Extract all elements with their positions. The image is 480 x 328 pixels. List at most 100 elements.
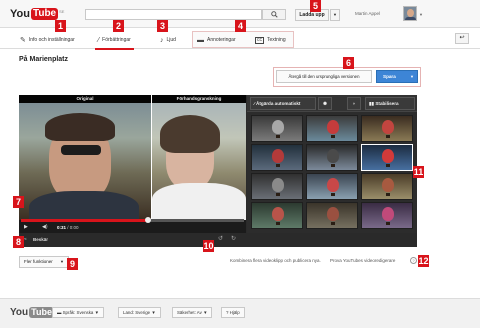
pencil-icon: ✎ bbox=[20, 37, 26, 44]
avatar-body bbox=[405, 17, 416, 20]
search-input[interactable] bbox=[85, 9, 262, 20]
callout-5: 5 bbox=[310, 0, 321, 12]
filter-thumbnail[interactable] bbox=[251, 173, 303, 200]
country-label: Land: Sverige bbox=[123, 310, 151, 315]
filter-thumbnail[interactable] bbox=[361, 173, 413, 200]
revert-button[interactable]: Återgå till den ursprungliga versionen bbox=[276, 70, 372, 83]
chevron-down-icon: ▼ bbox=[410, 74, 414, 79]
chevron-down-icon: ▼ bbox=[203, 310, 208, 315]
balloon-shape bbox=[382, 149, 394, 163]
progress-scrubber[interactable] bbox=[145, 217, 151, 223]
time-display: 0:31 / 0:00 bbox=[57, 225, 79, 230]
slow-motion-button[interactable]: ◗ bbox=[347, 97, 361, 110]
undo-button[interactable]: ↩ bbox=[455, 33, 469, 44]
callout-1: 1 bbox=[55, 20, 66, 32]
auto-fix-label: Åtgärda automatiskt bbox=[256, 101, 301, 106]
tab-audio[interactable]: ♪ Ljud bbox=[160, 33, 176, 47]
filter-thumbnail[interactable] bbox=[361, 144, 413, 171]
safety-label: Säkerhet: Av bbox=[177, 310, 202, 315]
help-button[interactable]: ? Hjälp bbox=[221, 307, 245, 318]
search-button[interactable] bbox=[262, 9, 286, 20]
callout-11: 11 bbox=[413, 166, 424, 178]
callout-8: 8 bbox=[13, 236, 24, 248]
trim-button[interactable]: Beskär bbox=[33, 237, 48, 242]
filter-thumbnail[interactable] bbox=[306, 173, 358, 200]
search-icon bbox=[270, 11, 278, 18]
tab-label: Info och inställningar bbox=[28, 37, 75, 43]
tab-captions[interactable]: cc Textning bbox=[255, 33, 286, 47]
time-total: 0:00 bbox=[69, 225, 79, 230]
magic-wand-icon: ⁄ bbox=[98, 36, 100, 44]
stabilize-label: Stabilisera bbox=[375, 101, 399, 106]
balloon-shape bbox=[382, 178, 394, 192]
balloon-shape bbox=[272, 120, 284, 134]
filter-thumbnail[interactable] bbox=[306, 115, 358, 142]
preview-label: Förhandsgranskning bbox=[152, 95, 246, 103]
cc-icon: cc bbox=[255, 36, 264, 44]
callout-12: 12 bbox=[418, 255, 429, 267]
filter-thumbnail[interactable] bbox=[306, 144, 358, 171]
language-button[interactable]: ▬ Språk: Svenska ▼ bbox=[52, 307, 104, 318]
country-button[interactable]: Land: Sverige ▼ bbox=[118, 307, 161, 318]
progress-fill bbox=[21, 219, 148, 222]
play-icon[interactable]: ▶ bbox=[24, 224, 28, 230]
logo-tube: Tube bbox=[29, 307, 54, 318]
filter-thumbnail[interactable] bbox=[306, 202, 358, 229]
volume-icon[interactable]: ◀) bbox=[42, 224, 48, 230]
callout-6: 6 bbox=[343, 57, 354, 69]
filter-thumbnail[interactable] bbox=[251, 144, 303, 171]
filter-thumbnail[interactable] bbox=[251, 202, 303, 229]
stabilize-button[interactable]: ▮▮ Stabilisera bbox=[365, 97, 415, 110]
basket-shape bbox=[386, 193, 390, 196]
original-label: Original bbox=[19, 95, 151, 103]
callout-4: 4 bbox=[235, 20, 246, 32]
balloon-shape bbox=[272, 178, 284, 192]
tab-info-settings[interactable]: ✎ Info och inställningar bbox=[20, 33, 75, 47]
callout-2: 2 bbox=[113, 20, 124, 32]
video-preview[interactable]: Original Förhandsgranskning bbox=[19, 95, 246, 220]
callout-3: 3 bbox=[157, 20, 168, 32]
split-divider[interactable] bbox=[151, 95, 152, 220]
more-features-button[interactable]: Fler funktioner ▼ bbox=[19, 256, 69, 268]
basket-shape bbox=[331, 193, 335, 196]
basket-shape bbox=[331, 222, 335, 225]
basket-shape bbox=[276, 193, 280, 196]
rotate-left-icon[interactable]: ↺ bbox=[218, 235, 223, 242]
sun-icon: ✺ bbox=[323, 101, 327, 106]
avatar-face bbox=[407, 9, 414, 17]
basket-shape bbox=[386, 222, 390, 225]
logo-country: SE bbox=[59, 8, 65, 14]
filter-thumbnail[interactable] bbox=[251, 115, 303, 142]
account-name[interactable]: Martin Appel bbox=[355, 11, 380, 16]
avatar[interactable] bbox=[403, 6, 417, 21]
speech-bubble-icon: ▬ bbox=[197, 36, 204, 44]
safety-button[interactable]: Säkerhet: Av ▼ bbox=[172, 307, 213, 318]
chevron-down-icon: ▼ bbox=[60, 259, 64, 264]
save-label: Spara bbox=[383, 74, 396, 79]
tab-enhancements[interactable]: ⁄ Förbättringar bbox=[95, 33, 134, 50]
rotate-right-icon[interactable]: ↻ bbox=[231, 235, 236, 242]
footer-logo[interactable]: You Tube bbox=[10, 307, 54, 318]
basket-shape bbox=[386, 164, 390, 167]
brightness-button[interactable]: ✺ bbox=[318, 97, 332, 110]
logo-you: You bbox=[10, 8, 30, 20]
logo-tube: Tube bbox=[30, 8, 59, 20]
save-button[interactable]: Spara ▼ bbox=[376, 70, 418, 83]
upload-menu-button[interactable]: ▼ bbox=[330, 9, 340, 21]
basket-shape bbox=[386, 135, 390, 138]
chevron-down-icon: ▼ bbox=[94, 310, 99, 315]
youtube-logo[interactable]: You Tube SE bbox=[10, 7, 64, 21]
original-frame bbox=[19, 103, 151, 220]
filter-thumbnail[interactable] bbox=[361, 202, 413, 229]
help-icon[interactable]: ? bbox=[410, 257, 417, 264]
account-menu-icon[interactable]: ▼ bbox=[419, 12, 423, 17]
sunglasses-shape bbox=[61, 145, 101, 155]
tab-annotations[interactable]: ▬ Annoteringar bbox=[197, 33, 236, 47]
balloon-shape bbox=[382, 207, 394, 221]
video-editor-link[interactable]: Prova YouTubes videoredigerare bbox=[330, 258, 395, 263]
combine-clips-text[interactable]: Kombinera flera videoklipp och publicera… bbox=[230, 258, 321, 263]
callout-9: 9 bbox=[67, 258, 78, 270]
callout-7: 7 bbox=[13, 196, 24, 208]
filter-thumbnail[interactable] bbox=[361, 115, 413, 142]
auto-fix-button[interactable]: ⁄ Åtgärda automatiskt bbox=[250, 97, 316, 110]
